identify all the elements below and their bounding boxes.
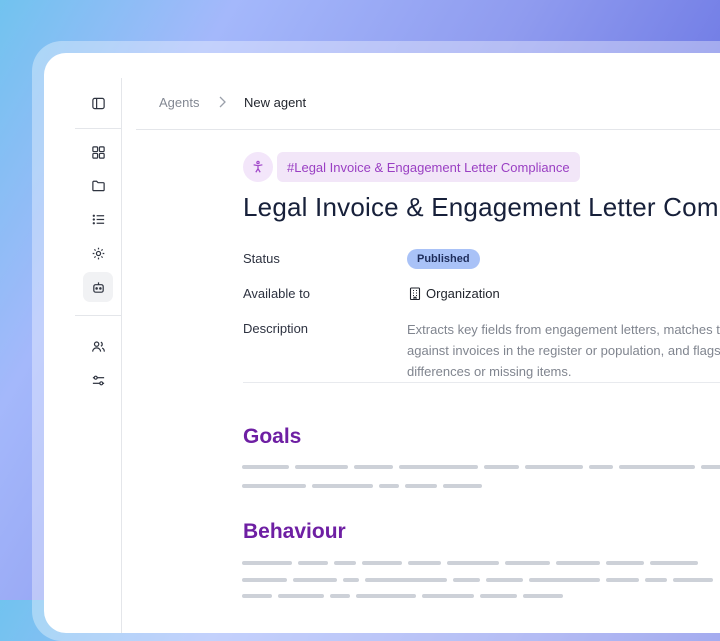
chevron-right-icon [219, 96, 226, 108]
preferences-button[interactable] [83, 365, 113, 395]
skeleton-line [408, 561, 441, 565]
sidebar-toggle-button[interactable] [83, 88, 113, 118]
settings-button[interactable] [83, 238, 113, 268]
section-divider [243, 382, 720, 383]
goals-heading: Goals [243, 425, 302, 448]
skeleton-line [278, 594, 324, 598]
skeleton-line [295, 465, 348, 469]
skeleton-line [343, 578, 359, 582]
dashboard-grid-icon [91, 145, 105, 159]
skeleton-line [242, 561, 292, 565]
available-to-label: Available to [243, 286, 310, 301]
skeleton-line [447, 561, 499, 565]
skeleton-line [356, 594, 416, 598]
breadcrumb-agents-link[interactable]: Agents [159, 95, 199, 110]
skeleton-line [293, 578, 337, 582]
skeleton-line [606, 561, 644, 565]
skeleton-line [589, 465, 613, 469]
skeleton-line [365, 578, 447, 582]
skeleton-line [242, 465, 289, 469]
skeleton-line [673, 578, 713, 582]
breadcrumb-current: New agent [244, 95, 307, 110]
list-button[interactable] [83, 204, 113, 234]
skeleton-line [242, 594, 272, 598]
skeleton-line [312, 484, 373, 488]
skeleton-line [354, 465, 393, 469]
folders-button[interactable] [83, 170, 113, 200]
status-label: Status [243, 251, 280, 266]
description-text: Extracts key fields from engagement lett… [407, 322, 720, 379]
sidebar-toggle-icon [91, 97, 105, 109]
skeleton-line [484, 465, 519, 469]
settings-gear-icon [92, 247, 104, 259]
skeleton-line [422, 594, 474, 598]
skeleton-line [529, 578, 600, 582]
skeleton-line [480, 594, 517, 598]
skeleton-line [242, 578, 287, 582]
users-icon [91, 340, 105, 352]
description-label: Description [243, 321, 309, 336]
agent-bot-icon [92, 281, 104, 293]
skeleton-line [645, 578, 667, 582]
skeleton-line [298, 561, 328, 565]
page-title: Legal Invoice & Engagement Letter Compli… [243, 192, 720, 222]
list-icon [92, 214, 104, 224]
skeleton-line [650, 561, 698, 565]
skeleton-line [334, 561, 356, 565]
app-window: Agents New agent #Legal Invoice & Engage… [44, 53, 720, 633]
skeleton-line [606, 578, 639, 582]
skeleton-line [505, 561, 550, 565]
skeleton-line [453, 578, 480, 582]
skeleton-line [405, 484, 437, 488]
rail-divider [75, 315, 121, 316]
rail-divider [75, 128, 121, 129]
organization-text: Organization [426, 286, 500, 301]
skeleton-line [379, 484, 399, 488]
skeleton-line [525, 465, 583, 469]
building-icon [409, 287, 421, 300]
agent-avatar [243, 152, 273, 182]
status-badge: Published [407, 249, 480, 269]
accessibility-figure-icon [253, 160, 263, 173]
available-to-value: Organization [409, 286, 500, 301]
navigation-rail [75, 78, 122, 633]
folder-icon [91, 180, 105, 191]
skeleton-line [242, 484, 306, 488]
breadcrumb: Agents New agent [136, 78, 720, 130]
skeleton-line [330, 594, 350, 598]
users-button[interactable] [83, 331, 113, 361]
skeleton-line [556, 561, 600, 565]
agent-tag[interactable]: #Legal Invoice & Engagement Letter Compl… [277, 152, 580, 182]
skeleton-line [619, 465, 695, 469]
dashboard-button[interactable] [83, 137, 113, 167]
agents-button[interactable] [83, 272, 113, 302]
skeleton-line [523, 594, 563, 598]
sliders-icon [92, 375, 104, 385]
skeleton-line [443, 484, 482, 488]
skeleton-line [486, 578, 523, 582]
skeleton-line [399, 465, 478, 469]
behaviour-heading: Behaviour [243, 520, 346, 543]
skeleton-line [362, 561, 402, 565]
skeleton-line [701, 465, 720, 469]
